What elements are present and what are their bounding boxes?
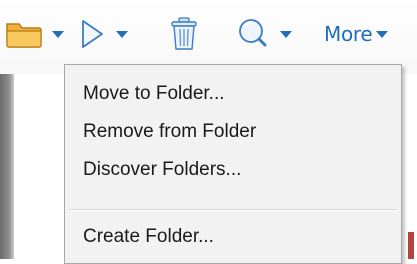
- delete-button[interactable]: [170, 14, 198, 54]
- folder-icon: [6, 23, 42, 48]
- search-icon: [239, 19, 267, 47]
- trash-icon: [171, 17, 197, 50]
- folder-dropdown-button[interactable]: [4, 14, 64, 54]
- background-panel: [0, 74, 14, 259]
- search-dropdown-button[interactable]: [236, 14, 292, 54]
- more-dropdown-button[interactable]: More: [324, 14, 389, 54]
- chevron-down-icon: [376, 30, 389, 38]
- chevron-down-icon: [280, 30, 292, 38]
- menu-separator: [69, 209, 397, 211]
- more-dropdown-menu: Move to Folder... Remove from Folder Dis…: [64, 64, 402, 264]
- menu-item-remove-from-folder[interactable]: Remove from Folder: [83, 117, 256, 147]
- menu-item-move-to-folder[interactable]: Move to Folder...: [83, 79, 225, 109]
- chevron-down-icon: [116, 30, 128, 38]
- menu-item-create-folder[interactable]: Create Folder...: [83, 222, 214, 252]
- play-icon: [82, 20, 103, 48]
- play-dropdown-button[interactable]: [78, 14, 128, 54]
- toolbar: More: [0, 0, 417, 74]
- background-accent: [408, 232, 414, 259]
- chevron-down-icon: [52, 30, 64, 38]
- more-label: More: [324, 22, 373, 46]
- menu-item-discover-folders[interactable]: Discover Folders...: [83, 155, 241, 185]
